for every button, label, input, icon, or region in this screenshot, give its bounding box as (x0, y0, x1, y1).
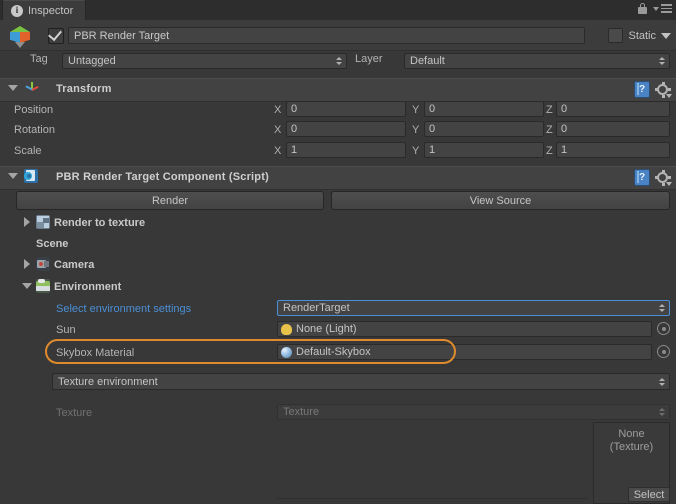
view-source-button[interactable]: View Source (331, 191, 670, 210)
help-book-icon[interactable]: ? (634, 81, 650, 98)
sun-object-field[interactable]: None (Light) (277, 321, 652, 337)
rotation-y-axis-label: Y (412, 124, 420, 136)
sun-object-picker-icon[interactable] (657, 322, 670, 335)
updown-arrows-icon (659, 408, 665, 416)
camera-foldout-chevron-icon[interactable] (24, 259, 30, 269)
layer-dropdown[interactable]: Default (404, 53, 670, 69)
texture-label: Texture (56, 407, 93, 419)
tag-label: Tag (30, 53, 48, 65)
tag-dropdown[interactable]: Untagged (62, 53, 347, 69)
gear-icon[interactable] (655, 81, 672, 98)
scale-x-input[interactable]: 1 (286, 142, 406, 158)
static-control: Static (608, 28, 671, 43)
scale-x-axis-label: X (274, 145, 282, 157)
scale-z-axis-label: Z (546, 145, 553, 157)
texture-value: Texture (283, 406, 320, 418)
texture-preview-line1: None (618, 428, 645, 440)
transform-header-icons: ? (634, 81, 672, 98)
skybox-object-picker-icon[interactable] (657, 345, 670, 358)
position-x-axis-label: X (274, 104, 282, 116)
static-checkbox[interactable] (608, 28, 624, 43)
skybox-material-value: Default-Skybox (296, 346, 371, 358)
updown-arrows-icon (659, 304, 665, 312)
position-y-input[interactable]: 0 (424, 101, 544, 117)
tree-item-render-to-texture[interactable]: Render to texture (54, 217, 145, 229)
transform-title: Transform (56, 83, 112, 95)
environment-foldout-chevron-icon[interactable] (22, 283, 32, 289)
render-texture-icon (36, 215, 50, 229)
gameobject-cube-icon (8, 24, 34, 50)
material-ball-icon (281, 346, 292, 358)
component-title: PBR Render Target Component (Script) (56, 171, 269, 183)
environment-mode-value: Texture environment (58, 375, 158, 388)
select-environment-settings-dropdown[interactable]: RenderTarget (277, 300, 670, 316)
position-y-axis-label: Y (412, 104, 420, 116)
divider (277, 498, 587, 499)
static-dropdown-chevron-icon[interactable] (661, 32, 671, 39)
environment-icon (36, 279, 50, 293)
layer-value: Default (410, 55, 445, 67)
inspector-window: i Inspector PBR Render Target Static Tag… (0, 0, 676, 504)
rotation-x-axis-label: X (274, 124, 282, 136)
rotation-z-axis-label: Z (546, 124, 553, 136)
texture-select-button[interactable]: Select (628, 487, 670, 502)
kebab-menu-icon[interactable] (653, 4, 672, 13)
updown-arrows-icon (336, 57, 342, 65)
tree-item-camera[interactable]: Camera (54, 259, 94, 271)
tag-value: Untagged (68, 55, 116, 67)
texture-preview-line2: (Texture) (609, 441, 654, 453)
layer-label: Layer (355, 53, 383, 65)
tree-item-scene[interactable]: Scene (36, 238, 68, 250)
scale-y-axis-label: Y (412, 145, 420, 157)
updown-arrows-icon (659, 377, 665, 386)
scale-label: Scale (14, 145, 42, 157)
skybox-material-object-field[interactable]: Default-Skybox (277, 344, 652, 360)
gear-icon[interactable] (655, 169, 672, 186)
position-label: Position (14, 104, 54, 116)
object-name-input[interactable]: PBR Render Target (68, 27, 585, 44)
component-header-icons: ? (634, 169, 672, 186)
tab-bar: i Inspector (0, 0, 676, 20)
sun-value: None (Light) (296, 323, 357, 335)
rotation-label: Rotation (14, 124, 55, 136)
static-label: Static (628, 29, 656, 42)
scale-y-input[interactable]: 1 (424, 142, 544, 158)
camera-icon (36, 257, 50, 271)
info-icon: i (11, 4, 23, 17)
tab-inspector-label: Inspector (28, 4, 74, 17)
help-book-icon[interactable]: ? (634, 169, 650, 186)
transform-foldout-chevron-icon[interactable] (8, 85, 18, 91)
tree-item-environment[interactable]: Environment (54, 281, 121, 293)
component-foldout-chevron-icon[interactable] (8, 173, 18, 179)
select-environment-settings-label: Select environment settings (56, 303, 192, 315)
rotation-x-input[interactable]: 0 (286, 121, 406, 137)
texture-dropdown[interactable]: Texture (277, 404, 670, 420)
object-enabled-checkbox[interactable] (48, 26, 64, 44)
rotation-z-input[interactable]: 0 (556, 121, 670, 137)
light-bulb-icon (281, 323, 292, 335)
render-button[interactable]: Render (16, 191, 324, 210)
rotation-y-input[interactable]: 0 (424, 121, 544, 137)
lock-icon[interactable] (638, 3, 647, 14)
environment-mode-dropdown[interactable]: Texture environment (52, 373, 670, 390)
tab-bar-right-controls (638, 3, 672, 14)
skybox-material-label: Skybox Material (56, 347, 135, 359)
updown-arrows-icon (659, 57, 665, 65)
cs-script-icon (24, 169, 38, 183)
sun-label: Sun (56, 324, 76, 336)
position-z-input[interactable]: 0 (556, 101, 670, 117)
scale-z-input[interactable]: 1 (556, 142, 670, 158)
select-environment-settings-value: RenderTarget (283, 302, 350, 314)
tab-inspector[interactable]: i Inspector (2, 0, 87, 20)
transform-axis-icon (24, 81, 40, 97)
position-z-axis-label: Z (546, 104, 553, 116)
position-x-input[interactable]: 0 (286, 101, 406, 117)
render-to-texture-foldout-chevron-icon[interactable] (24, 217, 30, 227)
